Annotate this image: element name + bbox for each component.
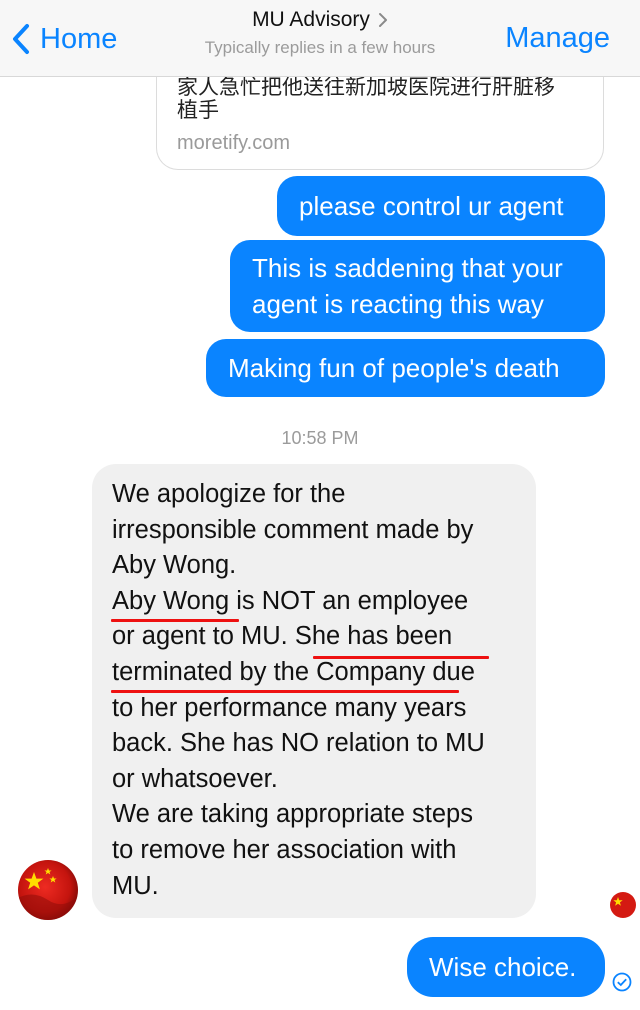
response-time-subtitle: Typically replies in a few hours	[204, 38, 436, 57]
chevron-left-icon	[13, 24, 29, 54]
message-line: We apologize for the	[112, 480, 346, 508]
delivered-check-icon	[612, 972, 632, 997]
message-line: or whatsoever.	[112, 764, 278, 793]
navigation-bar: Home MU Advisory Typically replies in a …	[0, 0, 640, 77]
message-line: Aby Wong.	[112, 551, 237, 580]
message-line: terminated by the Company due	[112, 657, 475, 686]
message-line: We are taking appropriate steps	[112, 800, 473, 829]
message-line: or agent to MU. She has been	[112, 622, 453, 651]
message-line: to her performance many years	[112, 693, 467, 722]
message-line: irresponsible comment made by	[112, 515, 474, 544]
sent-message[interactable]: Wise choice.	[407, 937, 605, 997]
flag-icon	[18, 860, 78, 920]
message-line: Aby Wong is NOT an employee	[112, 586, 469, 615]
message-line: to remove her association with	[112, 835, 457, 864]
red-underline	[313, 656, 489, 659]
link-preview-text: 家人急忙把他送往新加坡医院进行肝脏移 植手	[177, 76, 555, 122]
flag-icon	[610, 892, 636, 918]
red-underline	[111, 690, 459, 693]
sent-message[interactable]: please control ur agent	[277, 176, 605, 236]
read-receipt-avatar	[610, 892, 636, 918]
chevron-right-icon	[378, 13, 387, 27]
back-button-label: Home	[40, 22, 118, 55]
back-button[interactable]: Home	[12, 18, 117, 60]
message-line: back. She has NO relation to MU	[112, 729, 485, 758]
sent-message[interactable]: This is saddening that your agent is rea…	[230, 240, 605, 332]
conversation-header[interactable]: MU Advisory Typically replies in a few h…	[150, 8, 490, 58]
link-preview-domain: moretify.com	[177, 132, 290, 154]
manage-button[interactable]: Manage	[505, 22, 610, 55]
conversation-title: MU Advisory	[252, 8, 370, 31]
sent-message[interactable]: Making fun of people's death	[206, 339, 605, 397]
message-timestamp: 10:58 PM	[281, 428, 359, 448]
sender-avatar[interactable]	[18, 860, 78, 920]
red-underline	[111, 619, 239, 622]
message-line: MU.	[112, 871, 159, 900]
